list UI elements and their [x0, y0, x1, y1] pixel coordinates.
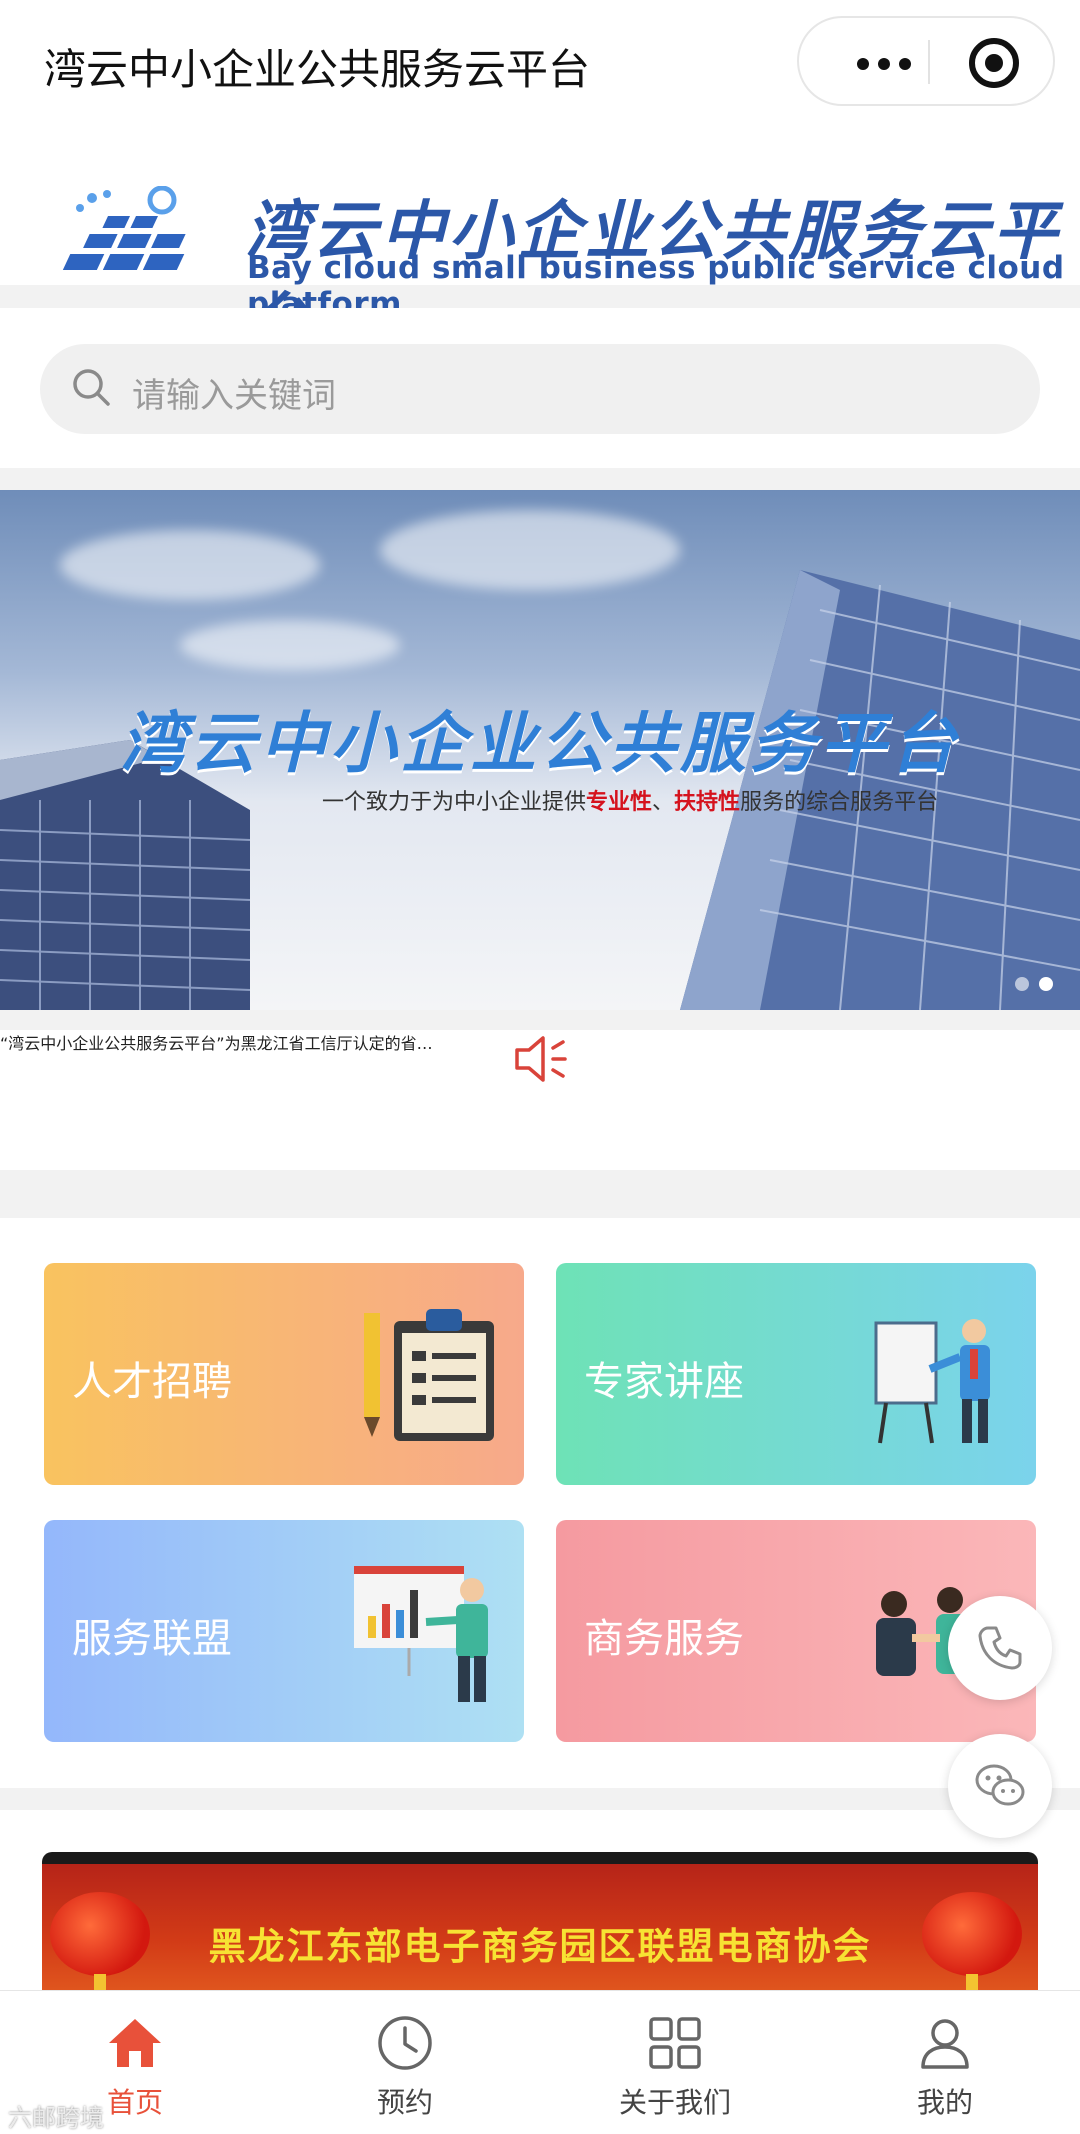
phone-icon — [978, 1626, 1022, 1670]
search-icon — [73, 369, 110, 406]
wechat-icon — [975, 1764, 1025, 1806]
card-label: 服务联盟 — [72, 1616, 232, 1662]
tab-mine[interactable]: 我的 — [810, 1991, 1080, 2134]
tab-appointment[interactable]: 预约 — [270, 1991, 540, 2134]
notice-text[interactable]: “湾云中小企业公共服务云平台”为黑龙江省工信厅认定的省… — [0, 1030, 1080, 1054]
card-label: 商务服务 — [584, 1616, 744, 1662]
carousel-dot[interactable] — [1015, 977, 1029, 991]
phone-call-button[interactable] — [948, 1596, 1052, 1700]
home-icon — [109, 2019, 161, 2067]
card-label: 专家讲座 — [584, 1359, 744, 1405]
search-placeholder: 请输入关键词 — [132, 376, 336, 416]
banner-subtitle: 一个致力于为中小企业提供专业性、扶持性服务的综合服务平台 — [322, 790, 939, 815]
capsule-divider — [928, 40, 930, 84]
presenter-board-icon — [874, 1319, 990, 1444]
chart-presenter-icon — [354, 1566, 488, 1702]
banner-title: 湾云中小企业公共服务平台 — [120, 705, 960, 782]
title-bar: 湾云中小企业公共服务云平台 — [0, 0, 1080, 130]
tab-label: 预约 — [376, 2086, 433, 2119]
card-service-alliance[interactable]: 服务联盟 — [44, 1520, 524, 1742]
more-menu-button[interactable] — [839, 42, 929, 82]
card-expert-lecture[interactable]: 专家讲座 — [556, 1263, 1036, 1485]
carousel-dot-active[interactable] — [1039, 977, 1053, 991]
carousel-indicator — [1005, 976, 1053, 995]
logo-mark-icon — [62, 186, 186, 270]
clipboard-pencil-icon — [364, 1309, 494, 1441]
clock-icon — [378, 2016, 432, 2070]
promo-banner[interactable]: 黑龙江东部电子商务园区联盟电商协会 — [42, 1852, 1038, 1992]
bottom-tab-bar: 首页 预约 关于我们 我的 — [0, 1990, 1080, 2134]
user-icon — [921, 2019, 969, 2069]
wechat-chat-button[interactable] — [948, 1734, 1052, 1838]
miniprogram-capsule — [797, 16, 1055, 106]
promo-text: 黑龙江东部电子商务园区联盟电商协会 — [208, 1925, 872, 1968]
search-input[interactable]: 请输入关键词 — [40, 344, 1040, 434]
tab-label: 我的 — [916, 2086, 973, 2119]
card-label: 人才招聘 — [72, 1359, 232, 1405]
card-talent-recruitment[interactable]: 人才招聘 — [44, 1263, 524, 1485]
page-title: 湾云中小企业公共服务云平台 — [44, 45, 591, 94]
close-miniprogram-button[interactable] — [969, 38, 1019, 88]
grid-icon — [649, 2017, 701, 2069]
tab-about-us[interactable]: 关于我们 — [540, 1991, 810, 2134]
watermark-text: 六邮跨境 — [8, 2104, 104, 2132]
tab-label: 关于我们 — [618, 2086, 731, 2119]
